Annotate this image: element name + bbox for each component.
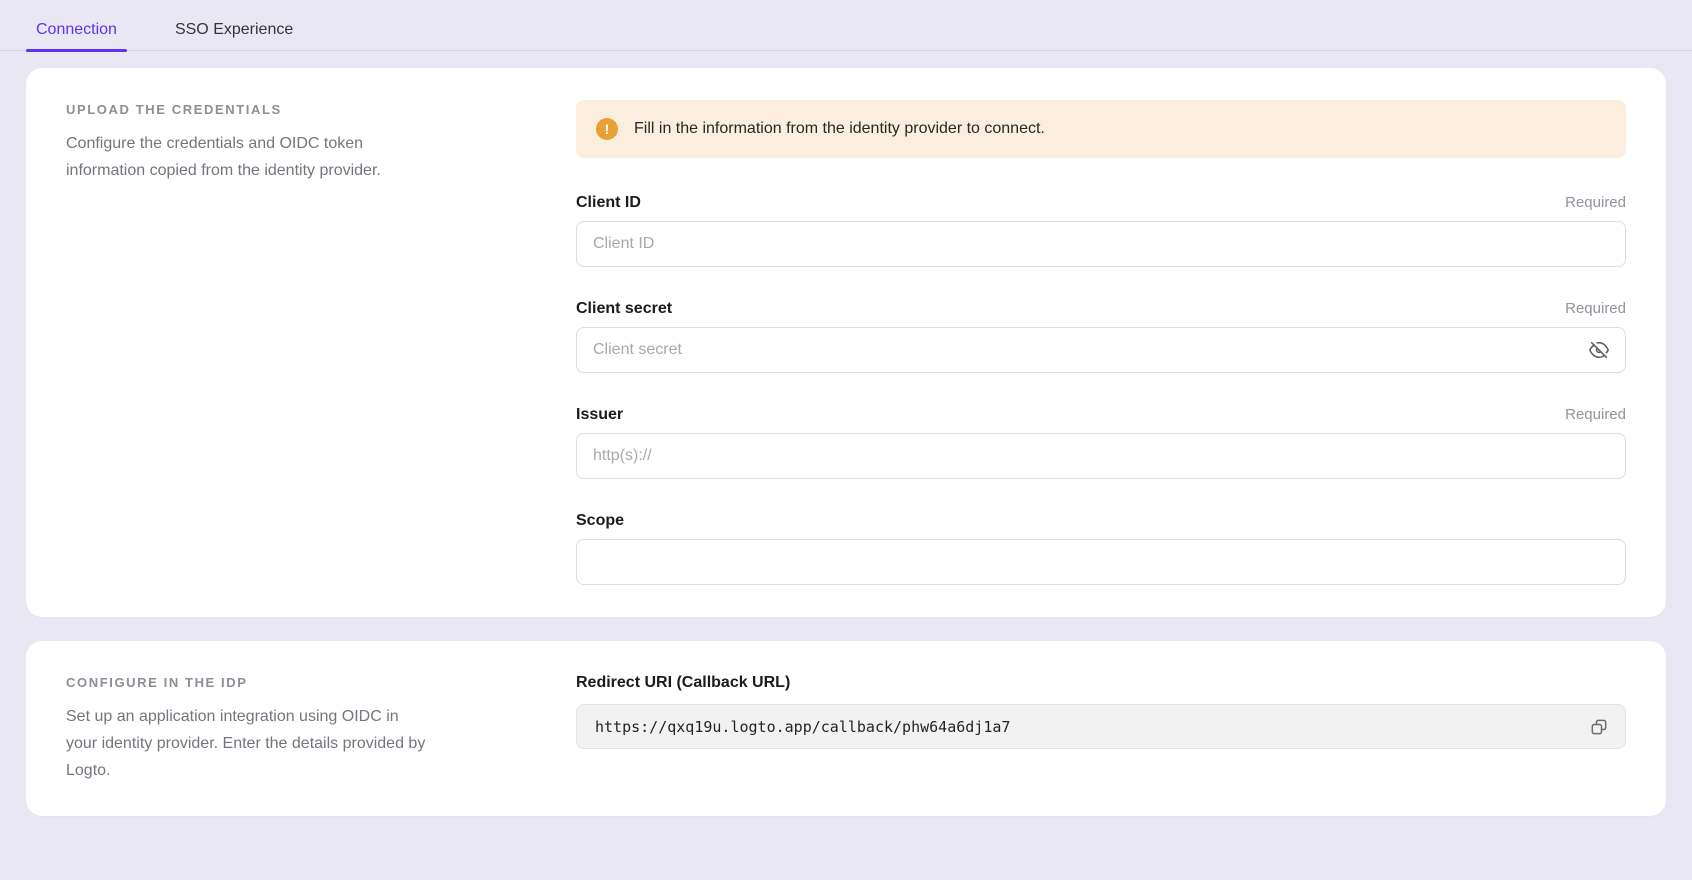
client-id-label: Client ID xyxy=(576,194,641,212)
redirect-uri-copy-box: https://qxq19u.logto.app/callback/phw64a… xyxy=(576,704,1626,749)
client-id-input[interactable] xyxy=(576,221,1626,267)
tab-connection[interactable]: Connection xyxy=(26,21,127,50)
redirect-uri-label: Redirect URI (Callback URL) xyxy=(576,673,1626,692)
alert-text: Fill in the information from the identit… xyxy=(634,120,1045,138)
client-secret-label: Client secret xyxy=(576,300,672,318)
redirect-uri-value: https://qxq19u.logto.app/callback/phw64a… xyxy=(595,718,1581,736)
client-id-required-badge: Required xyxy=(1565,194,1626,211)
credentials-section-description: Configure the credentials and OIDC token… xyxy=(66,130,532,184)
credentials-section-title: UPLOAD THE CREDENTIALS xyxy=(66,100,532,117)
copy-button[interactable] xyxy=(1581,709,1617,745)
idp-card: CONFIGURE IN THE IDP Set up an applicati… xyxy=(26,641,1666,816)
issuer-input[interactable] xyxy=(576,433,1626,479)
client-secret-input[interactable] xyxy=(577,328,1581,372)
idp-section-title: CONFIGURE IN THE IDP xyxy=(66,673,532,690)
idp-form-column: Redirect URI (Callback URL) https://qxq1… xyxy=(576,673,1626,784)
scope-label: Scope xyxy=(576,512,624,530)
credentials-intro-column: UPLOAD THE CREDENTIALS Configure the cre… xyxy=(66,100,532,585)
client-id-field: Client ID Required xyxy=(576,194,1626,267)
tab-sso-experience[interactable]: SSO Experience xyxy=(165,21,303,50)
tab-sso-experience-label: SSO Experience xyxy=(175,21,293,38)
copy-icon xyxy=(1589,717,1609,737)
alert-banner: ! Fill in the information from the ident… xyxy=(576,100,1626,158)
scope-field: Scope xyxy=(576,512,1626,585)
client-secret-required-badge: Required xyxy=(1565,300,1626,317)
eye-off-icon xyxy=(1588,339,1610,361)
scope-input[interactable] xyxy=(576,539,1626,585)
issuer-field: Issuer Required xyxy=(576,406,1626,479)
client-secret-input-wrap xyxy=(576,327,1626,373)
client-secret-field: Client secret Required xyxy=(576,300,1626,373)
idp-intro-column: CONFIGURE IN THE IDP Set up an applicati… xyxy=(66,673,532,784)
issuer-required-badge: Required xyxy=(1565,406,1626,423)
tab-connection-label: Connection xyxy=(36,21,117,38)
issuer-label: Issuer xyxy=(576,406,623,424)
toggle-secret-visibility-button[interactable] xyxy=(1581,332,1617,368)
alert-circle-icon: ! xyxy=(596,118,618,140)
credentials-form-column: ! Fill in the information from the ident… xyxy=(576,100,1626,585)
credentials-card: UPLOAD THE CREDENTIALS Configure the cre… xyxy=(26,68,1666,617)
tab-bar: Connection SSO Experience xyxy=(0,0,1692,51)
idp-section-description: Set up an application integration using … xyxy=(66,703,532,784)
